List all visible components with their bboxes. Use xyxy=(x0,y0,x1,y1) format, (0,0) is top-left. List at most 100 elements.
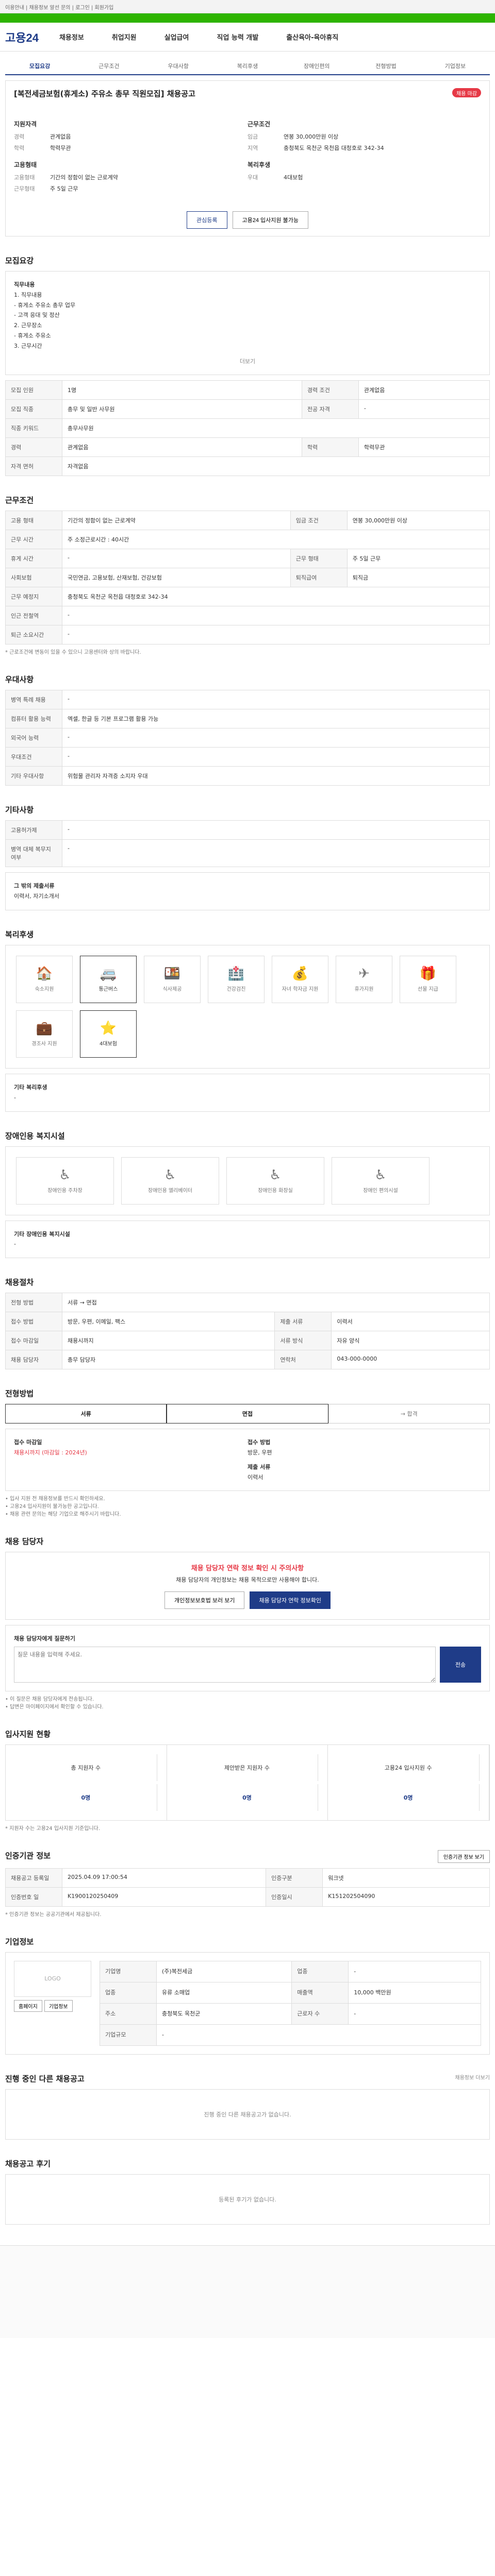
homepage-button[interactable]: 홈페이지 xyxy=(14,2000,42,2012)
welfare-etc-head: 기타 복리후생 xyxy=(14,1083,47,1091)
row-value: 총무사무원 xyxy=(62,418,490,438)
row-value: 관계없음 xyxy=(358,380,490,400)
summary-key: 학력 xyxy=(14,145,25,151)
row-value: 채용시까지 xyxy=(61,1331,275,1351)
other-title: 기타사항 xyxy=(5,805,34,815)
welfare-item: ⭐ 4대보험 xyxy=(80,1010,137,1058)
row-key: 근로자 수 xyxy=(291,2003,349,2025)
company-info-button[interactable]: 기업정보 xyxy=(44,2000,73,2012)
access-item: ♿ 장애인 편의시설 xyxy=(332,1157,430,1205)
table-row: 휴게 시간 - 근무 형태 주 5일 근무 xyxy=(5,549,490,569)
row-key: 전형 방법 xyxy=(5,1293,62,1313)
qa-box: 채용 담당자에게 질문하기 전송 xyxy=(5,1624,490,1692)
welfare-icon: ⭐ xyxy=(100,1021,117,1037)
summary-value: 4대보험 xyxy=(284,174,303,181)
table-row: 채용 담당자 총무 담당자 연락처 043-000-0000 xyxy=(5,1350,490,1370)
row-value: - xyxy=(62,625,490,645)
tab-item[interactable]: 전형방법 xyxy=(351,58,420,74)
recruit-title: 모집요강 xyxy=(5,256,34,265)
stat-label: 고용24 입사지원 수 xyxy=(337,1754,480,1782)
row-key: 임금 조건 xyxy=(290,511,348,531)
welfare-label: 숙소지원 xyxy=(35,987,54,993)
stats-note: * 지원자 수는 고용24 입사지원 기준입니다. xyxy=(5,1826,100,1832)
summary-head: 지원자격 xyxy=(14,121,37,128)
row-value: 방문, 우편, 이메일, 팩스 xyxy=(61,1312,275,1332)
row-key: 학력 xyxy=(301,437,359,457)
method-head: 접수 방법 xyxy=(248,1439,271,1446)
tab-item[interactable]: 복리후생 xyxy=(213,58,282,74)
welfare-label: 선물 지급 xyxy=(418,987,438,993)
welfare-label: 자녀 학자금 지원 xyxy=(282,987,319,993)
recruit-table: 모집 인원 1명 경력 조건 관계없음 모집 직종 총무 및 일반 사무원 전공 자격 - 직종… xyxy=(5,380,490,477)
qa-input[interactable] xyxy=(14,1647,436,1683)
row-value: - xyxy=(62,747,490,767)
access-label: 장애인 편의시설 xyxy=(363,1188,398,1194)
org-title-row: 인증기관 정보 인증기관 정보 보기 xyxy=(5,1850,490,1863)
tab-item[interactable]: 모집요강 xyxy=(5,58,74,74)
row-key: 연락처 xyxy=(274,1350,332,1370)
table-row: 외국어 능력 - xyxy=(5,728,490,748)
welfare-etc-text: - xyxy=(14,1094,16,1101)
access-etc-text: - xyxy=(14,1241,16,1248)
row-key: 직종 키워드 xyxy=(5,418,62,438)
table-row: 자격 면허 자격없음 xyxy=(5,456,490,477)
summary-value: 주 5일 근무 xyxy=(50,185,78,192)
tab-item[interactable]: 우대사항 xyxy=(144,58,213,74)
row-value: 위험물 관리자 자격증 소지자 우대 xyxy=(62,766,490,786)
row-value: 유류 소매업 xyxy=(156,1982,292,2004)
gnb-item[interactable]: 출산육아-육아휴직 xyxy=(286,32,338,42)
org-info-button[interactable]: 인증기관 정보 보기 xyxy=(437,1850,490,1863)
alert-text: 채용 담당자의 개인정보는 채용 목적으로만 사용해야 합니다. xyxy=(176,1576,319,1583)
contact-info-button[interactable]: 채용 담당자 연락 정보확인 xyxy=(250,1591,331,1609)
row-key: 채용공고 등록일 xyxy=(5,1868,62,1888)
apply-notes: • 입사 지원 전 채용정보를 반드시 확인하세요. • 고용24 입사지원이 불… xyxy=(5,1494,490,1517)
table-row: 접수 방법 방문, 우편, 이메일, 팩스 제출 서류 이력서 xyxy=(5,1312,490,1332)
privacy-law-button[interactable]: 개인정보보호법 보러 보기 xyxy=(164,1591,245,1609)
access-label: 장애인용 주차장 xyxy=(47,1188,82,1194)
qa-send-button[interactable]: 전송 xyxy=(440,1647,481,1683)
welfare-title: 복리후생 xyxy=(5,929,34,939)
row-key: 병역 대체 복무지 여부 xyxy=(5,839,62,868)
save-button[interactable]: 관심등록 xyxy=(187,211,227,229)
row-value: 충청북도 옥천군 xyxy=(156,2003,292,2025)
summary-key: 우대 xyxy=(248,174,258,181)
tab-item[interactable]: 장애인편의 xyxy=(282,58,351,74)
gnb-item[interactable]: 취업지원 xyxy=(112,32,137,42)
site-logo[interactable]: 고용24 xyxy=(5,29,39,45)
row-key: 인증구분 xyxy=(266,1868,323,1888)
company-logo: LOGO xyxy=(14,1961,91,1997)
welfare-icon: ✈ xyxy=(358,966,370,982)
access-etc-box: 기타 장애인용 복지시설 - xyxy=(5,1220,490,1259)
table-row: 병역 대체 복무지 여부 - xyxy=(5,839,490,868)
stat-label: 제안받은 지원자 수 xyxy=(176,1754,319,1782)
accessibility-icon: ♿ xyxy=(269,1167,282,1183)
others-more-link[interactable]: 채용정보 더보기 xyxy=(455,2073,490,2084)
row-value: 엑셀, 한글 등 기본 프로그램 활용 가능 xyxy=(62,709,490,729)
row-key: 전공 자격 xyxy=(301,399,359,419)
contact-notes: • 이 질문은 채용 담당자에게 전송됩니다. • 답변은 마이페이지에서 확인할… xyxy=(5,1694,490,1710)
apply-button[interactable]: 고용24 입사지원 불가능 xyxy=(232,211,308,229)
gnb-item[interactable]: 직업 능력 개발 xyxy=(217,32,258,42)
row-key: 병역 특례 채용 xyxy=(5,690,62,710)
note-line: • 답변은 마이페이지에서 확인할 수 있습니다. xyxy=(5,1704,104,1710)
apply-step: 면접 xyxy=(167,1404,328,1424)
gnb-item[interactable]: 실업급여 xyxy=(164,32,189,42)
row-value: 관계없음 xyxy=(62,437,302,457)
row-value: 주 5일 근무 xyxy=(346,549,490,569)
duties-list: 1. 직무내용 - 휴게소 주유소 총무 업무 - 고객 응대 및 정산 2. 근무장… xyxy=(14,290,481,351)
table-row: 기업규모 - xyxy=(100,2024,481,2046)
welfare-icon: 🏠 xyxy=(36,966,53,982)
welfare-item: 💼 경조사 지원 xyxy=(16,1010,73,1058)
other-docs-box: 그 밖의 제출서류 이력서, 자기소개서 xyxy=(5,872,490,910)
welfare-label: 식사제공 xyxy=(162,987,182,993)
table-row: 업종 유류 소매업 매출액 10,000 백만원 xyxy=(100,1982,481,2004)
others-empty: 진행 중인 다른 채용공고가 없습니다. xyxy=(5,2089,490,2140)
more-toggle[interactable]: 더보기 xyxy=(14,357,481,367)
duty-line: - 휴게소 주유소 xyxy=(14,332,51,339)
row-value: 학력무관 xyxy=(358,437,490,457)
gnb-item[interactable]: 채용정보 xyxy=(59,32,84,42)
tab-item[interactable]: 근무조건 xyxy=(74,58,143,74)
welfare-item: 💰 자녀 학자금 지원 xyxy=(272,955,328,1003)
tab-item[interactable]: 기업정보 xyxy=(421,58,490,74)
row-key: 매출액 xyxy=(291,1982,349,2004)
